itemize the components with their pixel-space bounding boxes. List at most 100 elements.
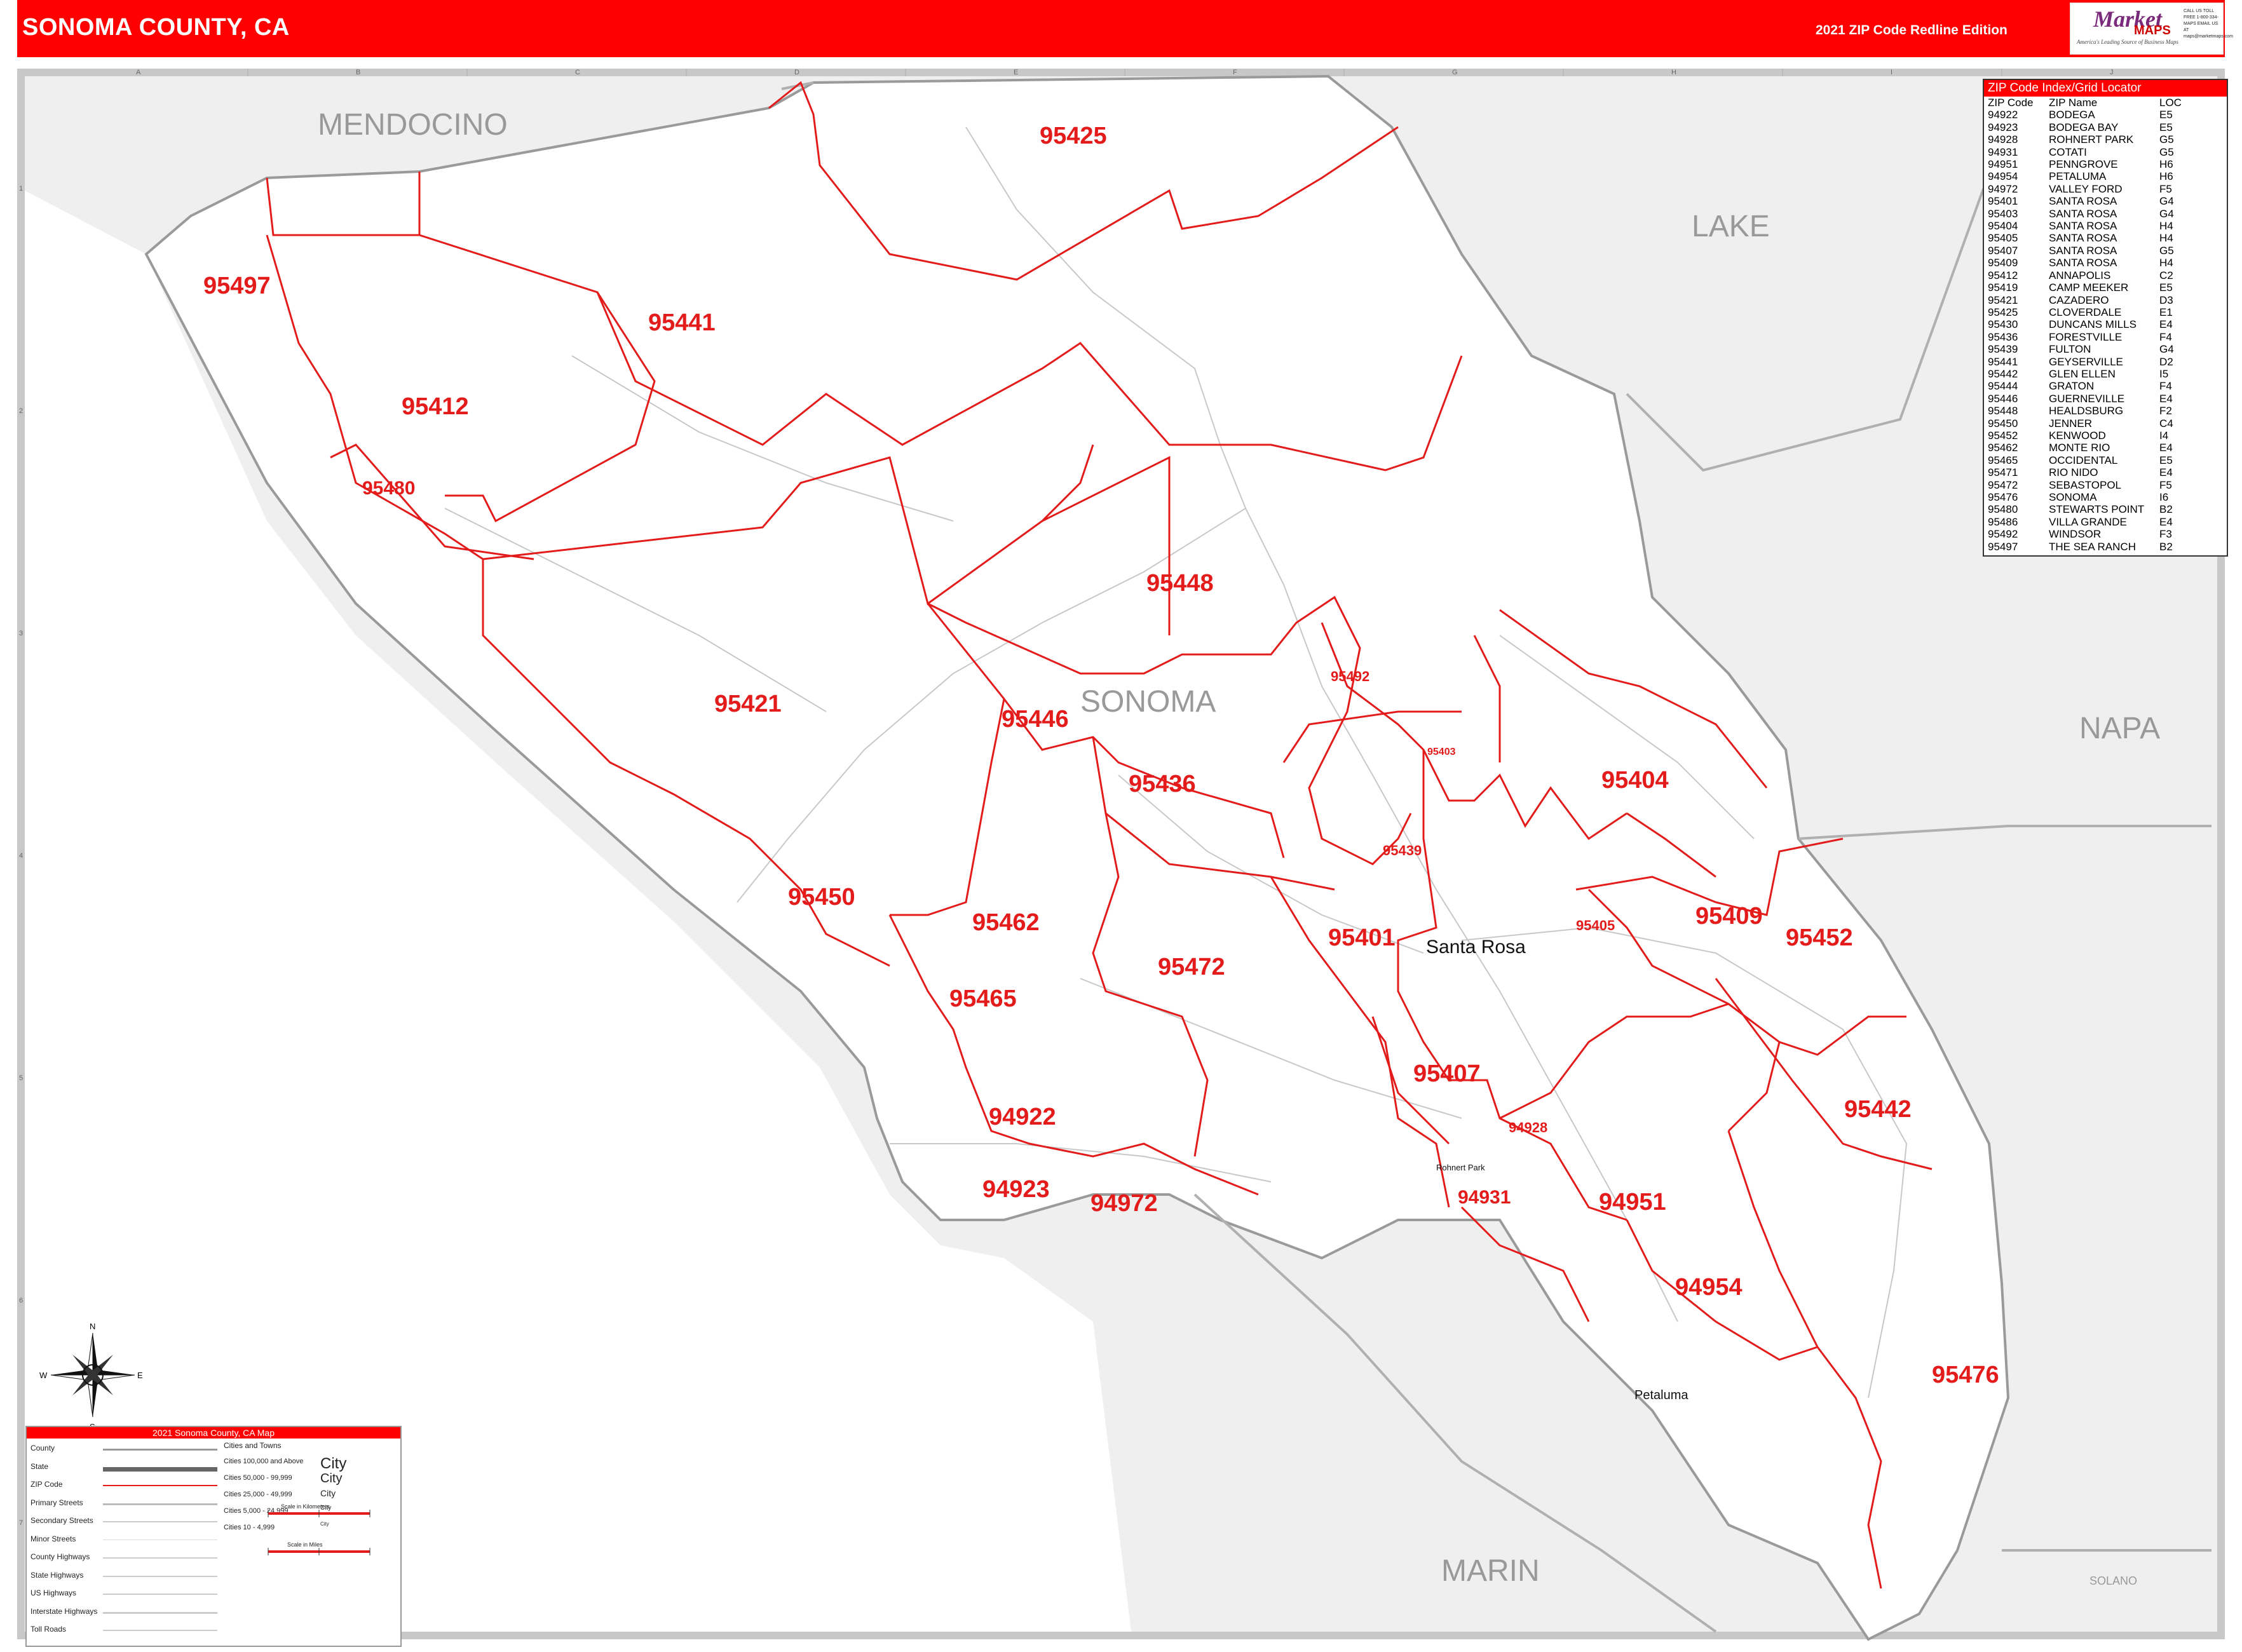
zip-index-code: 95497: [1988, 540, 2018, 553]
zip-index-code: 95472: [1988, 478, 2018, 491]
zip-index-row: 95439 FULTON G4: [1988, 343, 2182, 355]
legend-line-swatch: [103, 1630, 217, 1631]
zip-index-code: 95448: [1988, 405, 2018, 417]
county-label-sonoma: SONOMA: [1080, 685, 1216, 719]
legend-city-class: Cities 100,000 and Above: [224, 1458, 304, 1465]
zip-index-code: 95446: [1988, 392, 2018, 405]
zip-index-loc: H6: [2159, 158, 2173, 171]
zip-index-code: 95450: [1988, 417, 2018, 430]
zip-index-name: COTATI: [2049, 146, 2087, 158]
zip-index-row: 95492 WINDSOR F3: [1988, 528, 2182, 540]
legend-line-label: ZIP Code: [31, 1480, 63, 1489]
zip-label: 95448: [1146, 570, 1214, 597]
zip-index-loc: C2: [2159, 269, 2173, 281]
zip-label: 94951: [1599, 1189, 1666, 1215]
zip-index-row: 94972 VALLEY FORD F5: [1988, 183, 2182, 195]
county-map[interactable]: A B C D E F G H I J 1 2 3 4 5 6 7 MENDOC…: [0, 0, 2242, 1652]
legend-line-label: US Highways: [31, 1588, 77, 1597]
zip-index-code: 94951: [1988, 158, 2018, 171]
zip-label: 95412: [402, 393, 469, 420]
zip-label: 94928: [1509, 1120, 1547, 1135]
zip-index-loc: G4: [2159, 195, 2174, 208]
city-label-petaluma: Petaluma: [1634, 1388, 1688, 1402]
grid-row-label: 4: [19, 852, 23, 860]
zip-label: 95476: [1932, 1362, 1999, 1388]
zip-label: 94923: [982, 1176, 1050, 1203]
legend-line-swatch: [103, 1449, 217, 1451]
zip-index-row: 95421 CAZADERO D3: [1988, 294, 2182, 306]
legend-city-sample: City: [320, 1472, 343, 1486]
zip-index-loc: F4: [2159, 330, 2172, 343]
zip-index-loc: E5: [2159, 281, 2173, 294]
zip-index-loc: E5: [2159, 454, 2173, 466]
zip-index-table: ZIP Code Index/Grid Locator ZIP Code ZIP…: [1983, 79, 2228, 557]
zip-label: 95439: [1383, 843, 1422, 858]
zip-index-row: 95486 VILLA GRANDE E4: [1988, 516, 2182, 528]
county-label-napa: NAPA: [2079, 712, 2160, 745]
legend-line-label: State: [31, 1461, 49, 1471]
legend-city-sample: City: [320, 1488, 336, 1498]
zip-index-name: GRATON: [2049, 380, 2095, 393]
city-label-rohnert-park: Rohnert Park: [1436, 1163, 1485, 1172]
zip-index-title: ZIP Code Index/Grid Locator: [1984, 80, 2227, 97]
grid-col-label: D: [794, 69, 799, 76]
zip-index-header: LOC: [2159, 97, 2182, 109]
grid-col-label: C: [575, 69, 580, 76]
zip-index-code: 95471: [1988, 466, 2018, 479]
zip-index-code: 95452: [1988, 429, 2018, 442]
zip-label: 95472: [1158, 954, 1225, 980]
zip-index-row: 95441 GEYSERVILLE D2: [1988, 356, 2182, 368]
zip-index-code: 95444: [1988, 380, 2018, 393]
zip-index-loc: D2: [2159, 355, 2173, 368]
legend-line-swatch: [103, 1485, 217, 1486]
zip-index-code: 95419: [1988, 281, 2018, 294]
zip-index-row: 95419 CAMP MEEKER E5: [1988, 281, 2182, 294]
zip-label: 94931: [1458, 1187, 1511, 1208]
grid-row-label: 2: [19, 407, 23, 415]
zip-index-row: 95462 MONTE RIO E4: [1988, 442, 2182, 454]
zip-index-name: GLEN ELLEN: [2049, 367, 2116, 380]
zip-index-code: 95436: [1988, 330, 2018, 343]
zip-index-row: 95480 STEWARTS POINT B2: [1988, 503, 2182, 515]
zip-index-row: 94951 PENNGROVE H6: [1988, 158, 2182, 170]
zip-index-loc: E4: [2159, 442, 2173, 454]
zip-label: 95450: [788, 884, 855, 911]
legend-line-swatch: [103, 1611, 217, 1614]
grid-row-label: 7: [19, 1519, 23, 1527]
map-legend: 2021 Sonoma County, CA Map County State ZI…: [25, 1426, 402, 1647]
zip-index-row: 95401 SANTA ROSA G4: [1988, 195, 2182, 207]
zip-index-name: SEBASTOPOL: [2049, 478, 2122, 491]
zip-index-code: 95425: [1988, 306, 2018, 318]
county-label-marin: MARIN: [1441, 1554, 1540, 1588]
zip-index-name: ANNAPOLIS: [2049, 269, 2111, 281]
legend-line-label: Secondary Streets: [31, 1516, 93, 1525]
grid-col-label: H: [1671, 69, 1676, 76]
zip-index-code: 94972: [1988, 182, 2018, 195]
zip-index-loc: F4: [2159, 380, 2172, 393]
grid-col-label: I: [1891, 69, 1892, 76]
zip-index-name: JENNER: [2049, 417, 2093, 430]
zip-index-row: 95476 SONOMA I6: [1988, 491, 2182, 503]
zip-index-name: GUERNEVILLE: [2049, 392, 2125, 405]
zip-label: 95452: [1786, 924, 1853, 951]
zip-label: 95401: [1328, 924, 1396, 951]
legend-line-label: Primary Streets: [31, 1498, 83, 1507]
legend-line-label: Minor Streets: [31, 1534, 76, 1543]
zip-label: 95421: [714, 691, 782, 717]
county-label-lake: LAKE: [1692, 210, 1770, 243]
zip-index-name: WINDSOR: [2049, 528, 2102, 541]
zip-index-name: VALLEY FORD: [2049, 182, 2123, 195]
zip-index-loc: I5: [2159, 367, 2169, 380]
zip-index-code: 94954: [1988, 170, 2018, 183]
compass-w: W: [39, 1371, 48, 1380]
zip-index-row: 95442 GLEN ELLEN I5: [1988, 368, 2182, 380]
legend-line-swatch: [103, 1557, 217, 1559]
zip-index-row: 95409 SANTA ROSA H4: [1988, 257, 2182, 269]
zip-index-loc: E4: [2159, 318, 2173, 331]
grid-col-label: J: [2110, 69, 2114, 76]
zip-index-code: 95492: [1988, 528, 2018, 541]
zip-index-loc: E4: [2159, 515, 2173, 528]
zip-index-row: 95407 SANTA ROSA G5: [1988, 245, 2182, 257]
zip-index-row: 95472 SEBASTOPOL F5: [1988, 479, 2182, 491]
zip-index-row: 95444 GRATON F4: [1988, 380, 2182, 392]
